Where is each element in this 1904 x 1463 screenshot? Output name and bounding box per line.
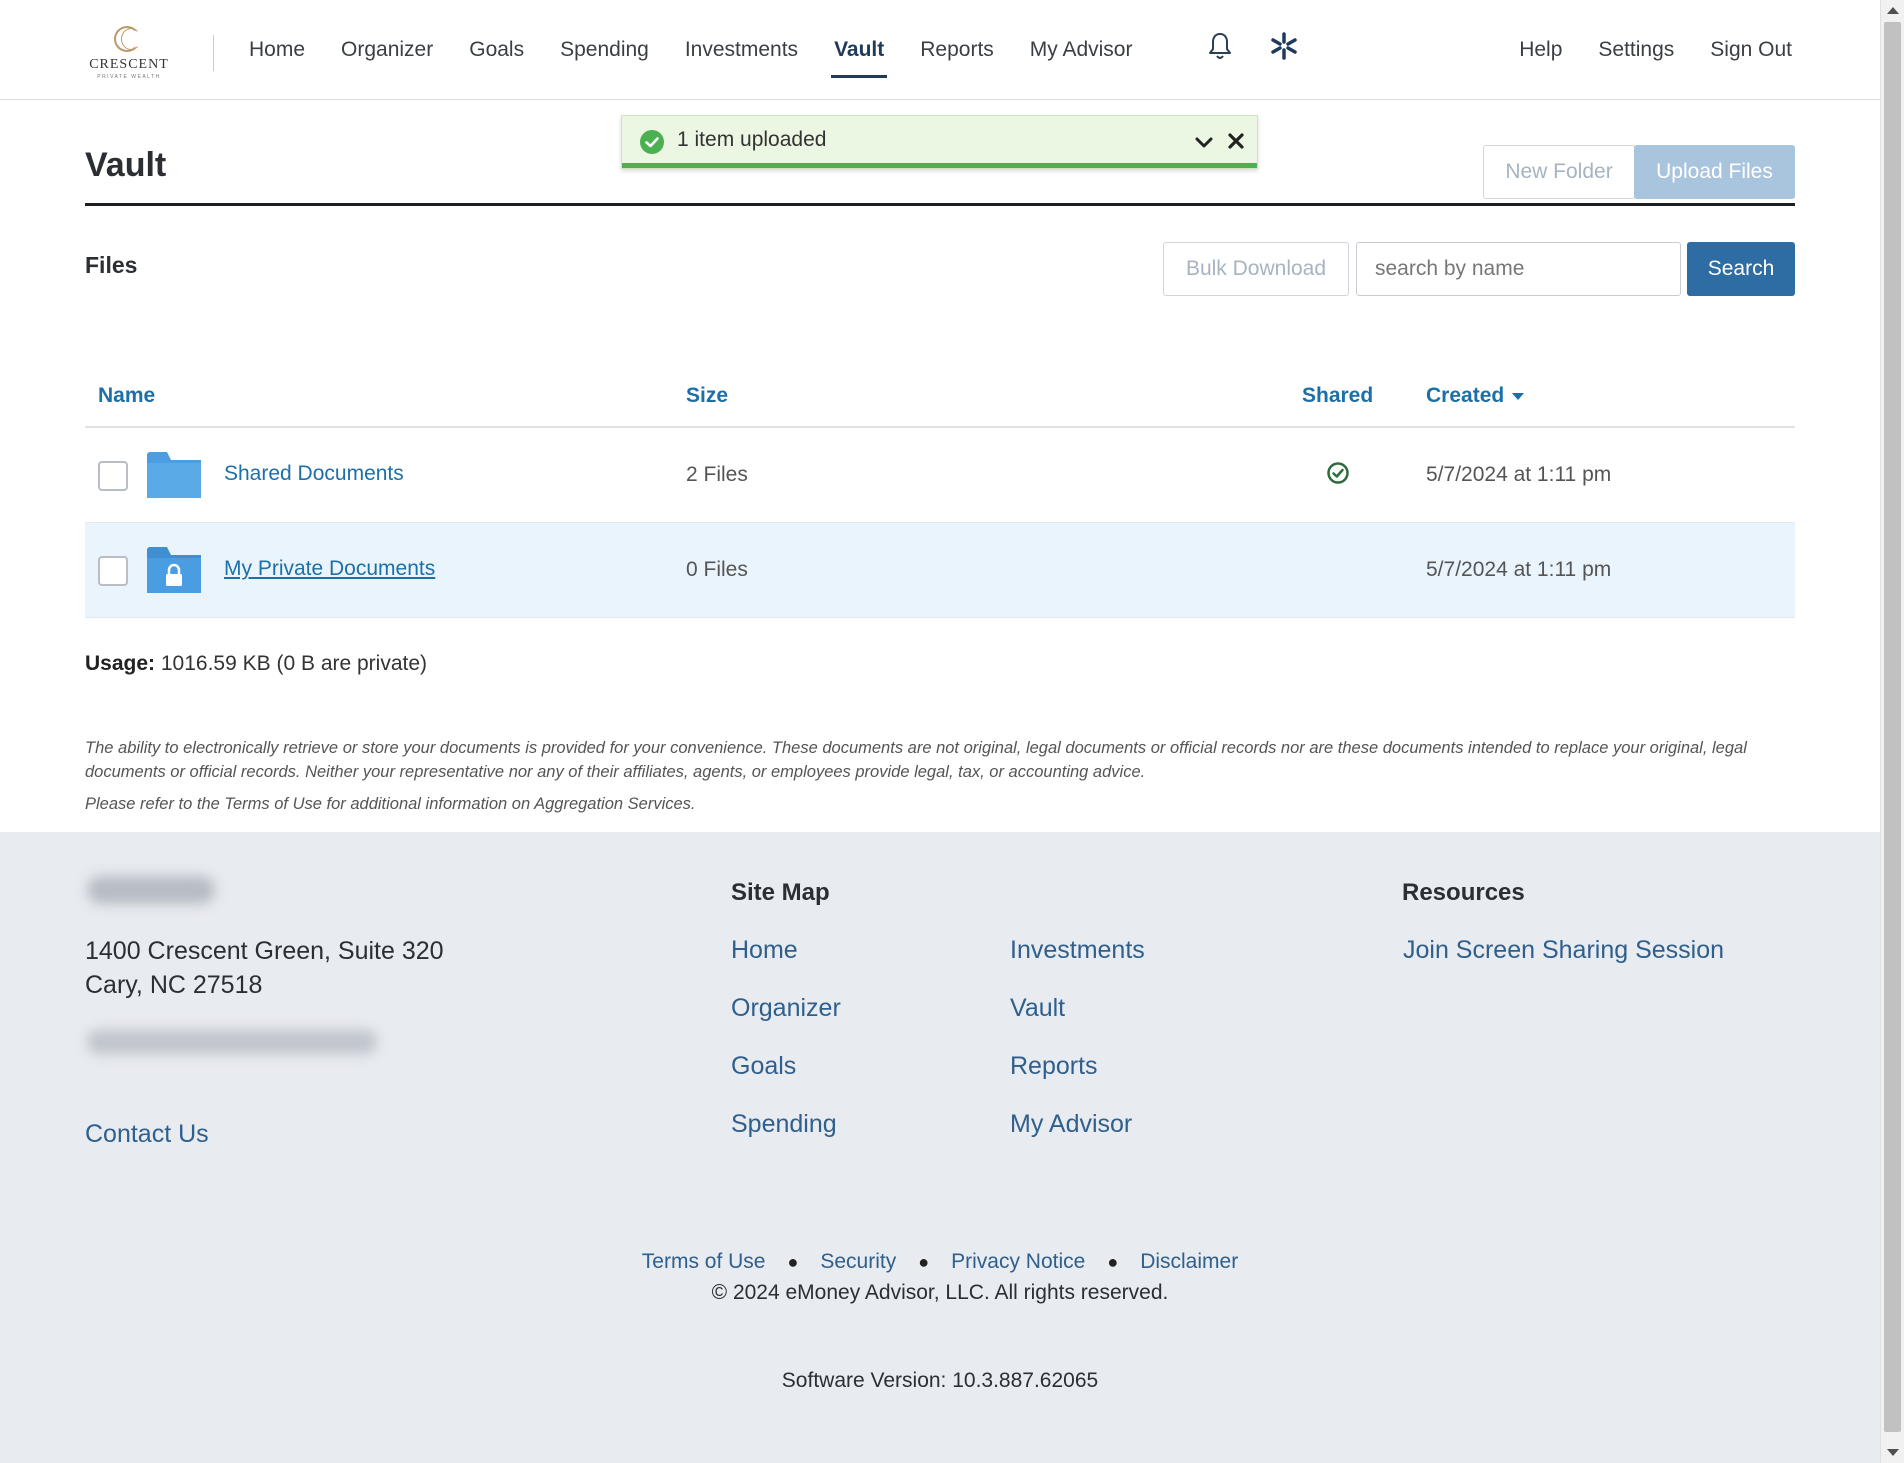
contact-us-link[interactable]: Contact Us bbox=[85, 1120, 209, 1149]
folder-icon bbox=[147, 450, 201, 500]
page-title: Vault bbox=[85, 146, 167, 184]
toast-message: 1 item uploaded bbox=[677, 128, 827, 151]
close-icon[interactable] bbox=[1225, 130, 1247, 152]
nav-my-advisor[interactable]: My Advisor bbox=[1017, 0, 1146, 100]
file-created-date: 5/7/2024 at 1:11 pm bbox=[1426, 463, 1612, 486]
table-row[interactable]: Shared Documents 2 Files 5/7/2024 at 1:1… bbox=[85, 428, 1795, 523]
row-checkbox[interactable] bbox=[98, 461, 128, 491]
main-nav: Home Organizer Goals Spending Investment… bbox=[236, 0, 1155, 100]
footer-link-organizer[interactable]: Organizer bbox=[731, 994, 841, 1052]
column-shared-header[interactable]: Shared bbox=[1302, 384, 1373, 408]
column-created-header[interactable]: Created bbox=[1426, 384, 1525, 408]
upload-toast: 1 item uploaded bbox=[621, 115, 1258, 169]
footer-link-home[interactable]: Home bbox=[731, 936, 841, 994]
scroll-down-arrow-icon[interactable] bbox=[1887, 1449, 1899, 1456]
scroll-up-arrow-icon[interactable] bbox=[1887, 7, 1899, 14]
created-header-label: Created bbox=[1426, 384, 1505, 407]
terms-of-use-link[interactable]: Terms of Use bbox=[642, 1250, 766, 1274]
separator-dot: ● bbox=[918, 1251, 930, 1272]
search-input[interactable] bbox=[1356, 242, 1681, 296]
disclaimer-link[interactable]: Disclaimer bbox=[1140, 1250, 1238, 1274]
table-row[interactable]: My Private Documents 0 Files 5/7/2024 at… bbox=[85, 523, 1795, 618]
footer-link-reports[interactable]: Reports bbox=[1010, 1052, 1145, 1110]
site-map-heading: Site Map bbox=[731, 879, 830, 906]
column-name-header[interactable]: Name bbox=[98, 384, 155, 408]
footer-link-vault[interactable]: Vault bbox=[1010, 994, 1145, 1052]
nav-investments[interactable]: Investments bbox=[672, 0, 811, 100]
address-line-1: 1400 Crescent Green, Suite 320 bbox=[85, 937, 444, 965]
copyright: © 2024 eMoney Advisor, LLC. All rights r… bbox=[711, 1281, 1169, 1304]
legal-links: Terms of Use ● Security ● Privacy Notice… bbox=[0, 1250, 1880, 1274]
storage-usage: Usage: 1016.59 KB (0 B are private) bbox=[85, 652, 427, 676]
file-size: 2 Files bbox=[686, 463, 748, 486]
title-divider bbox=[85, 203, 1795, 206]
column-size-header[interactable]: Size bbox=[686, 384, 728, 408]
vault-disclaimer: The ability to electronically retrieve o… bbox=[85, 739, 1747, 781]
security-link[interactable]: Security bbox=[820, 1250, 896, 1274]
logo-divider bbox=[213, 35, 214, 71]
nav-spending[interactable]: Spending bbox=[547, 0, 662, 100]
file-name-link[interactable]: Shared Documents bbox=[224, 462, 404, 486]
address-line-2: Cary, NC 27518 bbox=[85, 971, 263, 999]
utility-nav: Help Settings Sign Out bbox=[1483, 0, 1792, 100]
search-button[interactable]: Search bbox=[1687, 242, 1795, 296]
crescent-logo-mark bbox=[112, 24, 146, 54]
toast-progress-bar bbox=[622, 163, 1257, 168]
bulk-download-button[interactable]: Bulk Download bbox=[1163, 242, 1349, 296]
files-table: Name Size Shared Created Shared Document… bbox=[85, 370, 1795, 618]
logo-text: CRESCENT bbox=[89, 57, 169, 72]
footer-link-goals[interactable]: Goals bbox=[731, 1052, 841, 1110]
logo-subtext: PRIVATE WEALTH bbox=[97, 74, 161, 80]
nav-goals[interactable]: Goals bbox=[456, 0, 537, 100]
nav-vault[interactable]: Vault bbox=[821, 0, 897, 100]
file-name-link[interactable]: My Private Documents bbox=[224, 557, 435, 581]
footer-link-investments[interactable]: Investments bbox=[1010, 936, 1145, 994]
usage-value: 1016.59 KB (0 B are private) bbox=[160, 652, 428, 675]
sort-desc-icon bbox=[1512, 392, 1525, 400]
redacted-contact-info bbox=[87, 1030, 377, 1054]
nav-reports[interactable]: Reports bbox=[907, 0, 1007, 100]
resources-heading: Resources bbox=[1402, 879, 1525, 906]
file-created-date: 5/7/2024 at 1:11 pm bbox=[1426, 558, 1612, 581]
table-header: Name Size Shared Created bbox=[85, 370, 1795, 428]
crescent-logo[interactable]: CRESCENT PRIVATE WEALTH bbox=[84, 24, 174, 86]
separator-dot: ● bbox=[787, 1251, 799, 1272]
shared-check-icon bbox=[1326, 461, 1350, 485]
usage-label: Usage: bbox=[85, 652, 156, 675]
privacy-notice-link[interactable]: Privacy Notice bbox=[951, 1250, 1085, 1274]
asterisk-spark-icon[interactable] bbox=[1268, 28, 1300, 64]
help-link[interactable]: Help bbox=[1519, 38, 1562, 62]
terms-note: Please refer to the Terms of Use for add… bbox=[85, 795, 696, 813]
new-folder-button[interactable]: New Folder bbox=[1483, 145, 1635, 199]
scrollbar-thumb[interactable] bbox=[1884, 22, 1901, 1432]
file-size: 0 Files bbox=[686, 558, 748, 581]
office-address: 1400 Crescent Green, Suite 320 Cary, NC … bbox=[85, 934, 444, 1002]
footer-link-spending[interactable]: Spending bbox=[731, 1110, 841, 1168]
bell-icon[interactable] bbox=[1204, 28, 1236, 64]
sign-out-link[interactable]: Sign Out bbox=[1710, 38, 1792, 62]
footer-link-my-advisor[interactable]: My Advisor bbox=[1010, 1110, 1145, 1168]
row-checkbox[interactable] bbox=[98, 556, 128, 586]
site-map-column-1: Home Organizer Goals Spending bbox=[731, 936, 841, 1168]
screen-sharing-link[interactable]: Join Screen Sharing Session bbox=[1403, 936, 1724, 965]
files-heading: Files bbox=[85, 252, 138, 278]
site-footer: 1400 Crescent Green, Suite 320 Cary, NC … bbox=[0, 832, 1880, 1463]
top-header: CRESCENT PRIVATE WEALTH Home Organizer G… bbox=[0, 0, 1880, 100]
software-version: Software Version: 10.3.887.62065 bbox=[781, 1369, 1099, 1392]
nav-home[interactable]: Home bbox=[236, 0, 318, 100]
chevron-down-icon[interactable] bbox=[1192, 130, 1216, 154]
site-map-column-2: Investments Vault Reports My Advisor bbox=[1010, 936, 1145, 1168]
upload-files-button[interactable]: Upload Files bbox=[1634, 145, 1795, 199]
locked-folder-icon bbox=[147, 545, 201, 595]
settings-link[interactable]: Settings bbox=[1598, 38, 1674, 62]
redacted-logo bbox=[87, 876, 215, 904]
nav-organizer[interactable]: Organizer bbox=[328, 0, 446, 100]
vertical-scrollbar[interactable] bbox=[1880, 0, 1904, 1463]
check-circle-icon bbox=[640, 130, 664, 154]
separator-dot: ● bbox=[1107, 1251, 1119, 1272]
